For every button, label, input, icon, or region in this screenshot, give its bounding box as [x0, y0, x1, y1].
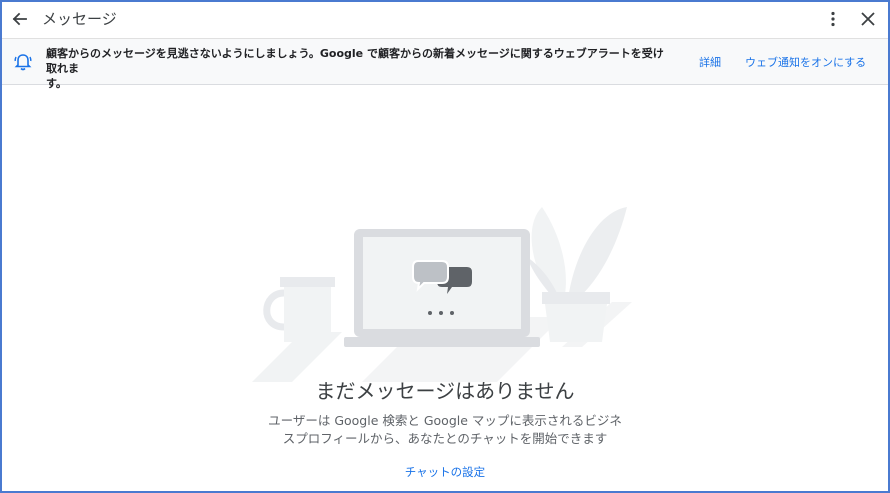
empty-state-description-line2: スプロフィールから、あなたとのチャットを開始できます: [282, 431, 608, 446]
chat-settings-link[interactable]: チャットの設定: [2, 464, 888, 480]
notification-banner: 顧客からのメッセージを見逃さないようにしましょう。Google で顧客からの新着…: [2, 38, 888, 90]
enable-web-notifications-link[interactable]: ウェブ通知をオンにする: [745, 55, 866, 70]
arrow-back-icon: [12, 12, 27, 26]
banner-message-line1: 顧客からのメッセージを見逃さないようにしましょう。Google で顧客からの新着…: [46, 47, 664, 75]
bell-icon: [14, 54, 32, 71]
header-bar: メッセージ: [2, 2, 888, 38]
more-options-button[interactable]: [822, 8, 844, 30]
page-title: メッセージ: [42, 10, 117, 28]
empty-messages-illustration: [252, 207, 632, 382]
messages-window: メッセージ 顧客からのメッセージを見逃さないようにしましょう。Google で顧…: [0, 0, 890, 493]
banner-message: 顧客からのメッセージを見逃さないようにしましょう。Google で顧客からの新着…: [46, 46, 666, 91]
details-link[interactable]: 詳細: [699, 55, 721, 70]
close-button[interactable]: [857, 8, 879, 30]
more-vert-icon: [831, 11, 835, 27]
empty-state-description: ユーザーは Google 検索と Google マップに表示されるビジネ スプロ…: [2, 412, 888, 448]
close-icon: [861, 12, 875, 26]
empty-state-title: まだメッセージはありません: [315, 379, 575, 403]
banner-message-line2: す。: [46, 77, 67, 90]
empty-state-description-line1: ユーザーは Google 検索と Google マップに表示されるビジネ: [268, 413, 622, 428]
back-button[interactable]: [8, 8, 30, 30]
